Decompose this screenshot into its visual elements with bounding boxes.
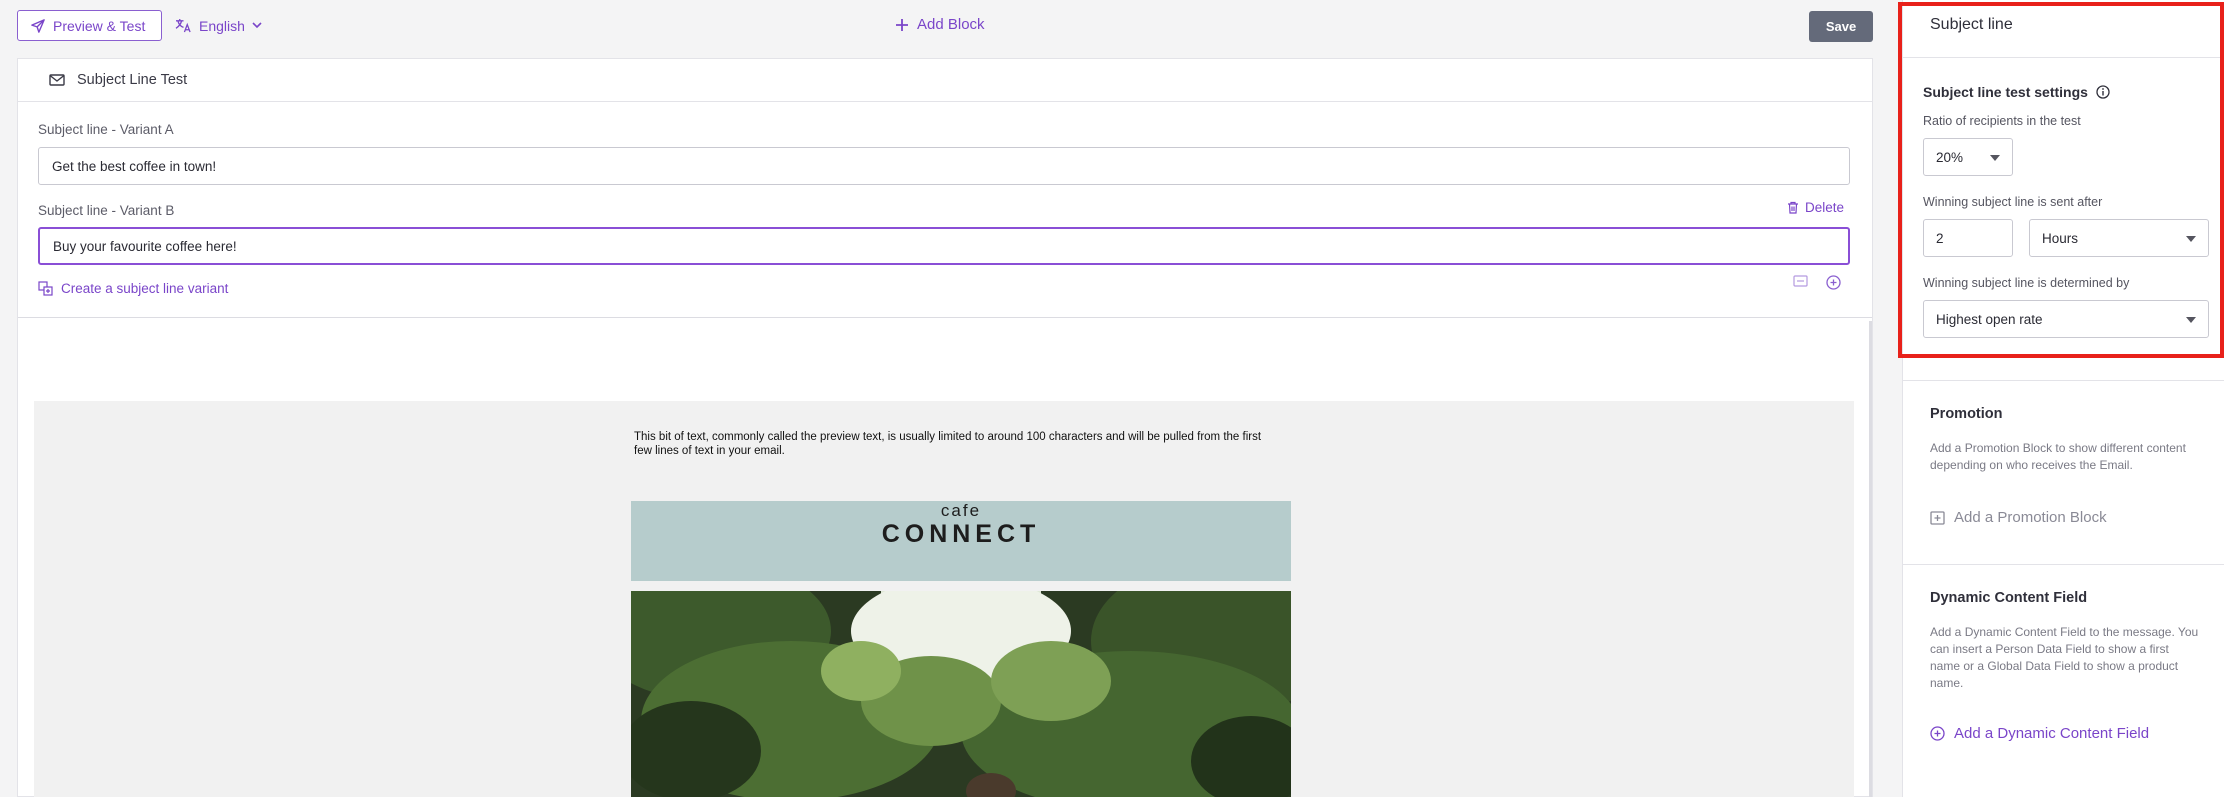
variant-a-label: Subject line - Variant A — [38, 122, 174, 137]
add-circle-icon[interactable] — [1826, 275, 1841, 290]
add-block-button[interactable]: Add Block — [895, 16, 985, 33]
brand-logo-big: CONNECT — [881, 520, 1041, 548]
add-dynamic-content-button[interactable]: Add a Dynamic Content Field — [1930, 725, 2149, 742]
editor-divider — [18, 317, 1872, 318]
save-button[interactable]: Save — [1809, 11, 1873, 42]
variant-b-input[interactable]: Buy your favourite coffee here! — [38, 227, 1850, 265]
add-promotion-block-button[interactable]: Add a Promotion Block — [1930, 509, 2107, 526]
create-variant-label: Create a subject line variant — [61, 281, 229, 296]
add-variant-icon — [38, 281, 53, 296]
hero-image[interactable] — [631, 591, 1291, 797]
preview-card-icon[interactable] — [1793, 275, 1808, 287]
chevron-down-icon — [252, 22, 262, 29]
variant-tools — [1793, 275, 1841, 290]
language-selector[interactable]: English — [175, 10, 262, 41]
translate-icon — [175, 18, 191, 33]
coffee-plantation-image — [631, 591, 1291, 797]
panel-divider — [1903, 564, 2224, 565]
variant-b-label: Subject line - Variant B — [38, 203, 175, 218]
trash-icon — [1788, 201, 1798, 214]
dynamic-content-title: Dynamic Content Field — [1930, 590, 2088, 606]
highlight-annotation-box — [1898, 2, 2224, 358]
add-block-label: Add Block — [917, 16, 985, 33]
promotion-description: Add a Promotion Block to show different … — [1930, 441, 2186, 472]
email-canvas: This bit of text, commonly called the pr… — [34, 401, 1854, 797]
variant-a-input[interactable]: Get the best coffee in town! — [38, 147, 1850, 185]
add-dynamic-content-label: Add a Dynamic Content Field — [1954, 725, 2150, 742]
top-toolbar: Preview & Test English Add Block Save — [0, 0, 1889, 56]
delete-variant-button[interactable]: Delete — [1787, 200, 1844, 215]
panel-divider — [1903, 380, 2224, 381]
add-circle-icon — [1930, 726, 1945, 741]
language-label: English — [199, 17, 245, 34]
add-box-icon — [1930, 510, 1945, 525]
subject-line-test-title: Subject Line Test — [77, 72, 188, 88]
preview-test-label: Preview & Test — [53, 17, 146, 34]
subject-line-test-header[interactable]: Subject Line Test — [18, 59, 1872, 102]
add-promotion-label: Add a Promotion Block — [1954, 509, 2107, 526]
brand-logo-small: cafe — [940, 501, 982, 520]
preview-test-button[interactable]: Preview & Test — [17, 10, 162, 41]
envelope-icon — [49, 74, 65, 86]
editor-card: Subject Line Test Subject line - Variant… — [17, 58, 1873, 797]
promotion-title: Promotion — [1930, 406, 2003, 422]
plus-icon — [896, 18, 908, 31]
brand-banner[interactable]: cafe CONNECT — [631, 501, 1291, 581]
create-variant-button[interactable]: Create a subject line variant — [38, 281, 228, 296]
editor-scrollbar[interactable] — [1869, 321, 1872, 797]
send-icon — [31, 18, 45, 33]
dynamic-content-description: Add a Dynamic Content Field to the messa… — [1930, 625, 2199, 690]
delete-label: Delete — [1805, 200, 1845, 215]
email-preheader-text[interactable]: This bit of text, commonly called the pr… — [634, 430, 1274, 458]
